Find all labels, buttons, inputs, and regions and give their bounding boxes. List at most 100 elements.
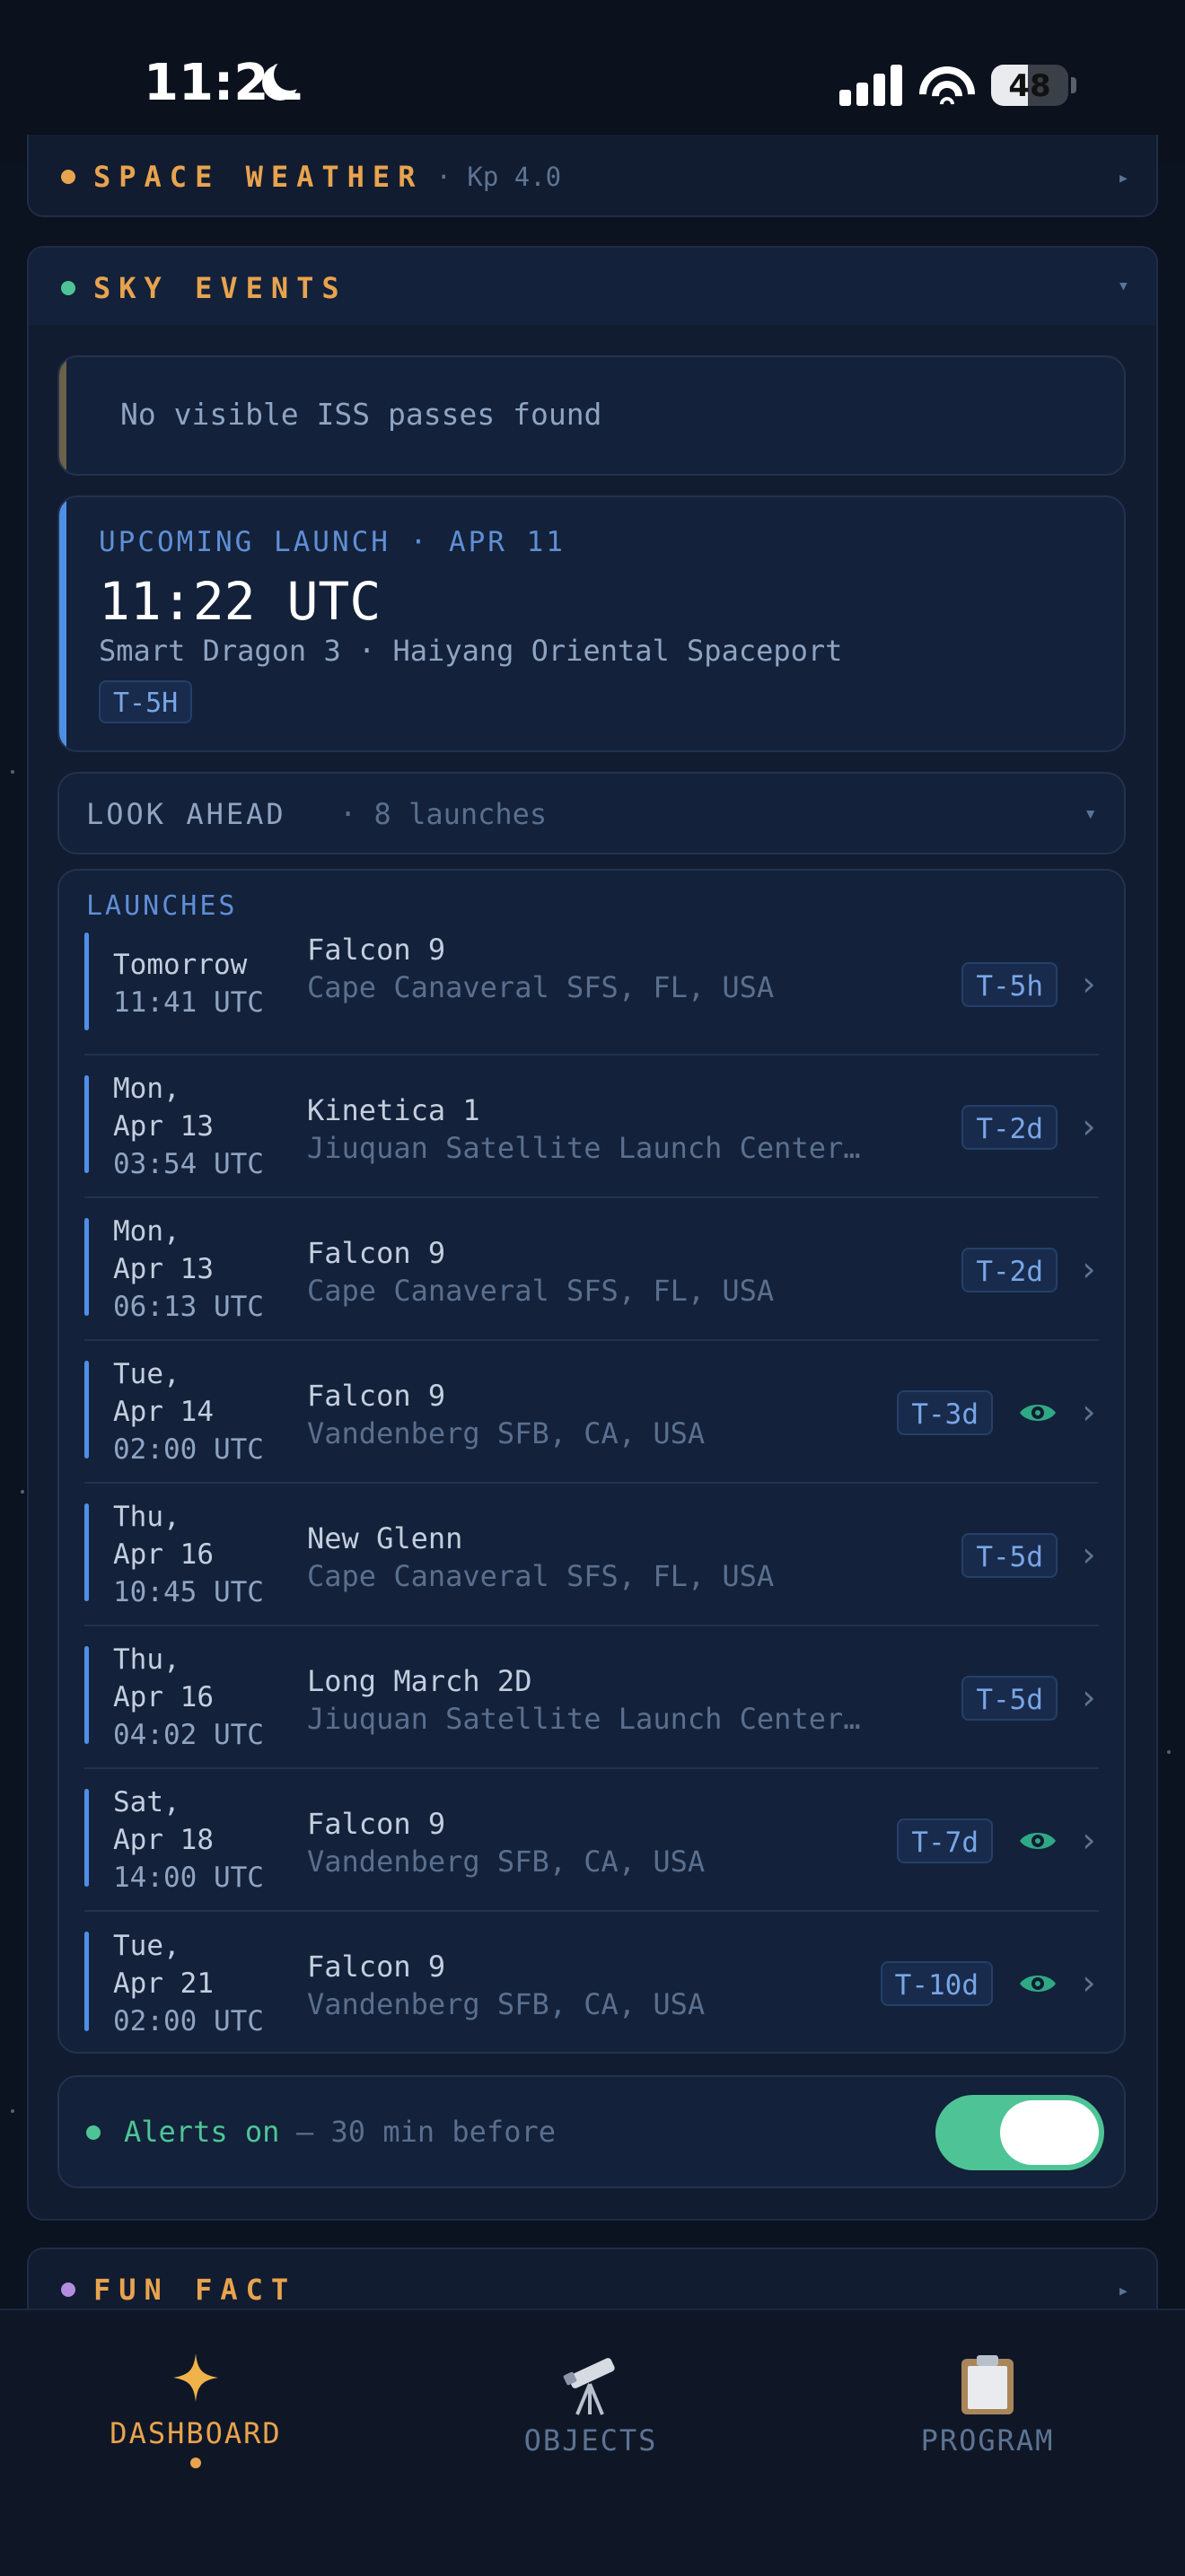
vehicle-name: Falcon 9 [307,933,446,967]
launch-time: 02:00 UTC [113,2004,264,2037]
nav-label: PROGRAM [920,2423,1055,2458]
cellular-signal-icon [839,65,902,106]
battery-percent: 48 [1008,68,1051,104]
alerts-toggle[interactable] [935,2095,1104,2170]
launch-site: Cape Canaveral SFS, FL, USA [307,1274,775,1308]
upcoming-time: 11:22 UTC [99,571,382,632]
launch-date: Apr 16 [113,1538,214,1571]
launch-row[interactable]: Sat, Apr 18 14:00 UTC Falcon 9 Vandenber… [84,1769,1099,1912]
launch-row[interactable]: Mon, Apr 13 06:13 UTC Falcon 9 Cape Cana… [84,1198,1099,1341]
launch-day: Thu, [113,1643,180,1676]
clipboard-icon [961,2355,1014,2414]
accent-bar [84,1646,89,1744]
accent-bar [59,497,66,750]
launch-row[interactable]: Tue, Apr 14 02:00 UTC Falcon 9 Vandenber… [84,1341,1099,1484]
battery-icon: 48 [991,65,1068,106]
launch-day: Sat, [113,1785,180,1818]
alerts-label: Alerts on [124,2115,280,2149]
launch-time: 03:54 UTC [113,1147,264,1180]
chevron-right-icon: › [1078,1534,1099,1574]
nav-dashboard[interactable]: DASHBOARD [61,2353,330,2468]
alerts-status-dot [86,2125,101,2140]
countdown-badge: T-3d [897,1389,993,1435]
countdown-badge: T-5H [99,680,193,723]
accent-bar [84,1789,89,1887]
launch-day: Mon, [113,1214,180,1248]
launch-row[interactable]: Mon, Apr 13 03:54 UTC Kinetica 1 Jiuquan… [84,1056,1099,1198]
launch-row[interactable]: Tomorrow 11:41 UTC Falcon 9 Cape Canaver… [84,913,1099,1056]
vehicle-name: Long March 2D [307,1664,532,1698]
vehicle-name: Kinetica 1 [307,1093,480,1127]
launch-time: 02:00 UTC [113,1433,264,1466]
countdown-badge: T-5d [961,1532,1058,1578]
battery-tip [1071,77,1076,93]
look-ahead-label: LOOK AHEAD [86,797,286,831]
countdown-badge: T-2d [961,1247,1058,1292]
launch-time: 04:02 UTC [113,1718,264,1751]
upcoming-launch-card[interactable]: UPCOMING LAUNCH · APR 11 11:22 UTC Smart… [57,495,1126,752]
accent-bar [84,1932,89,2031]
status-dot [61,170,75,184]
launch-row[interactable]: Thu, Apr 16 04:02 UTC Long March 2D Jiuq… [84,1626,1099,1769]
accent-bar [59,357,66,474]
launch-datetime: Tomorrow 11:41 UTC [113,913,264,1054]
launch-day: Tue, [113,1357,180,1390]
countdown-badge: T-7d [897,1818,993,1863]
visible-eye-icon [1020,1975,1056,1992]
collapse-arrow-icon: ▾ [1117,275,1129,297]
vehicle-name: Falcon 9 [307,1236,446,1270]
wifi-icon [917,61,977,108]
expand-arrow-icon: ▸ [1117,2280,1129,2302]
launch-site: Vandenberg SFB, CA, USA [307,1987,706,2021]
launch-day: Mon, [113,1072,180,1105]
launch-date: Apr 21 [113,1967,214,2000]
chevron-right-icon: › [1078,1106,1099,1146]
expand-arrow-icon: ▾ [1084,801,1097,826]
status-dot [61,281,75,295]
space-weather-section[interactable]: SPACE WEATHER · Kp 4.0 ▸ [27,135,1158,217]
look-ahead-toggle[interactable]: LOOK AHEAD · 8 launches ▾ [57,772,1126,854]
vehicle-name: Falcon 9 [307,1950,446,1984]
section-title: SPACE WEATHER [93,160,424,194]
launch-time: 14:00 UTC [113,1861,264,1894]
active-indicator [190,2458,201,2468]
accent-bar [84,1218,89,1316]
launch-time: 10:45 UTC [113,1575,264,1608]
launch-time: 11:41 UTC [113,986,264,1019]
alerts-detail: — 30 min before [296,2115,556,2149]
visible-eye-icon [1020,1404,1056,1421]
accent-bar [84,1503,89,1601]
chevron-right-icon: › [1078,963,1099,1003]
launch-date: Apr 13 [113,1109,214,1143]
nav-label: OBJECTS [523,2423,658,2458]
vehicle-name: Falcon 9 [307,1379,446,1413]
launch-datetime: Mon, Apr 13 06:13 UTC [113,1198,264,1339]
launch-site: Vandenberg SFB, CA, USA [307,1416,706,1450]
launch-datetime: Mon, Apr 13 03:54 UTC [113,1056,264,1196]
chevron-right-icon: › [1078,1249,1099,1289]
moon-icon [262,58,306,101]
upcoming-detail: Smart Dragon 3 · Haiyang Oriental Spacep… [99,634,843,668]
status-dot [61,2282,75,2297]
launch-row[interactable]: Tue, Apr 21 02:00 UTC Falcon 9 Vandenber… [84,1912,1099,2055]
expand-arrow-icon: ▸ [1117,167,1129,189]
launch-site: Cape Canaveral SFS, FL, USA [307,970,775,1004]
chevron-right-icon: › [1078,1677,1099,1717]
vehicle-name: New Glenn [307,1521,463,1555]
launch-row[interactable]: Thu, Apr 16 10:45 UTC New Glenn Cape Can… [84,1484,1099,1626]
iss-pass-card: No visible ISS passes found [57,355,1126,476]
countdown-badge: T-2d [961,1104,1058,1150]
accent-bar [84,1361,89,1459]
toggle-knob [1000,2100,1099,2165]
nav-objects[interactable]: OBJECTS [456,2353,725,2458]
launch-day: Thu, [113,1500,180,1533]
accent-bar [84,933,89,1030]
iss-message: No visible ISS passes found [120,397,602,432]
telescope-icon [563,2358,615,2415]
upcoming-label: UPCOMING LAUNCH · APR 11 [99,526,566,558]
nav-program[interactable]: PROGRAM [853,2353,1122,2458]
countdown-badge: T-5d [961,1675,1058,1721]
launch-site: Jiuquan Satellite Launch Center… [307,1702,861,1736]
section-header[interactable]: SKY EVENTS ▾ [29,248,1156,325]
launch-datetime: Thu, Apr 16 10:45 UTC [113,1484,264,1625]
